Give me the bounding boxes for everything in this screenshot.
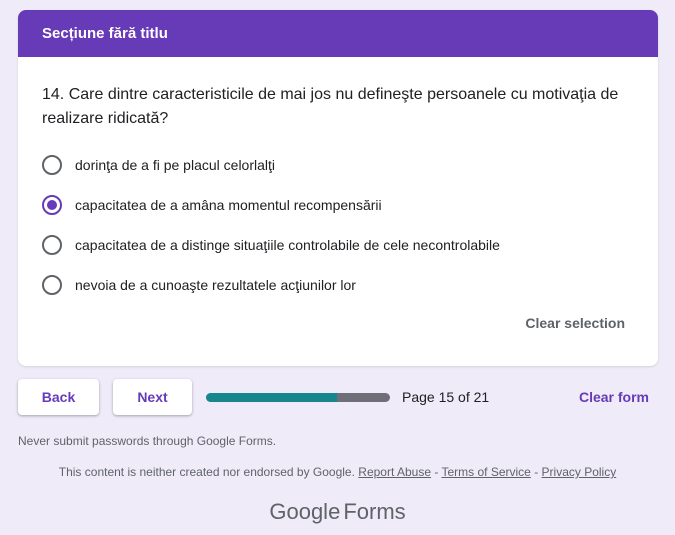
terms-link[interactable]: Terms of Service	[441, 465, 530, 479]
question-text: 14. Care dintre caracteristicile de mai …	[42, 86, 619, 127]
option-label: capacitatea de a amâna momentul recompen…	[75, 197, 382, 213]
option-3[interactable]: capacitatea de a distinge situaţiile con…	[42, 233, 500, 257]
disclaimer: This content is neither created nor endo…	[0, 465, 675, 479]
option-1[interactable]: dorinţa de a fi pe placul celorlalţi	[42, 153, 275, 177]
radio-button[interactable]	[42, 275, 62, 295]
radio-button[interactable]	[42, 235, 62, 255]
option-label: dorinţa de a fi pe placul celorlalţi	[75, 157, 276, 173]
option-4[interactable]: nevoia de a cunoaşte rezultatele acţiuni…	[42, 273, 356, 297]
progress-bar	[206, 393, 390, 402]
clear-selection-button[interactable]: Clear selection	[525, 315, 625, 331]
report-abuse-link[interactable]: Report Abuse	[358, 465, 431, 479]
password-warning: Never submit passwords through Google Fo…	[18, 434, 277, 448]
back-button[interactable]: Back	[18, 379, 99, 415]
option-label: nevoia de a cunoaşte rezultatele acţiuni…	[75, 277, 356, 293]
next-button[interactable]: Next	[113, 379, 192, 415]
option-2[interactable]: capacitatea de a amâna momentul recompen…	[42, 193, 382, 217]
google-forms-logo[interactable]: Google Forms	[0, 499, 675, 525]
radio-button[interactable]	[42, 155, 62, 175]
separator: -	[434, 465, 439, 479]
section-title: Secțiune fără titlu	[42, 25, 168, 42]
clear-form-button[interactable]: Clear form	[579, 389, 649, 405]
privacy-link[interactable]: Privacy Policy	[542, 465, 617, 479]
logo-forms-text: Forms	[343, 499, 406, 524]
separator: -	[534, 465, 539, 479]
disclaimer-text: This content is neither created nor endo…	[58, 465, 355, 479]
page-indicator: Page 15 of 21	[402, 389, 490, 405]
question-card: Secțiune fără titlu 14. Care dintre cara…	[18, 10, 658, 366]
option-label: capacitatea de a distinge situaţiile con…	[75, 237, 500, 253]
radio-button-selected[interactable]	[42, 195, 62, 215]
logo-google-text: Google	[269, 499, 341, 524]
progress-bar-fill	[206, 393, 338, 402]
section-header: Secțiune fără titlu	[18, 10, 658, 57]
